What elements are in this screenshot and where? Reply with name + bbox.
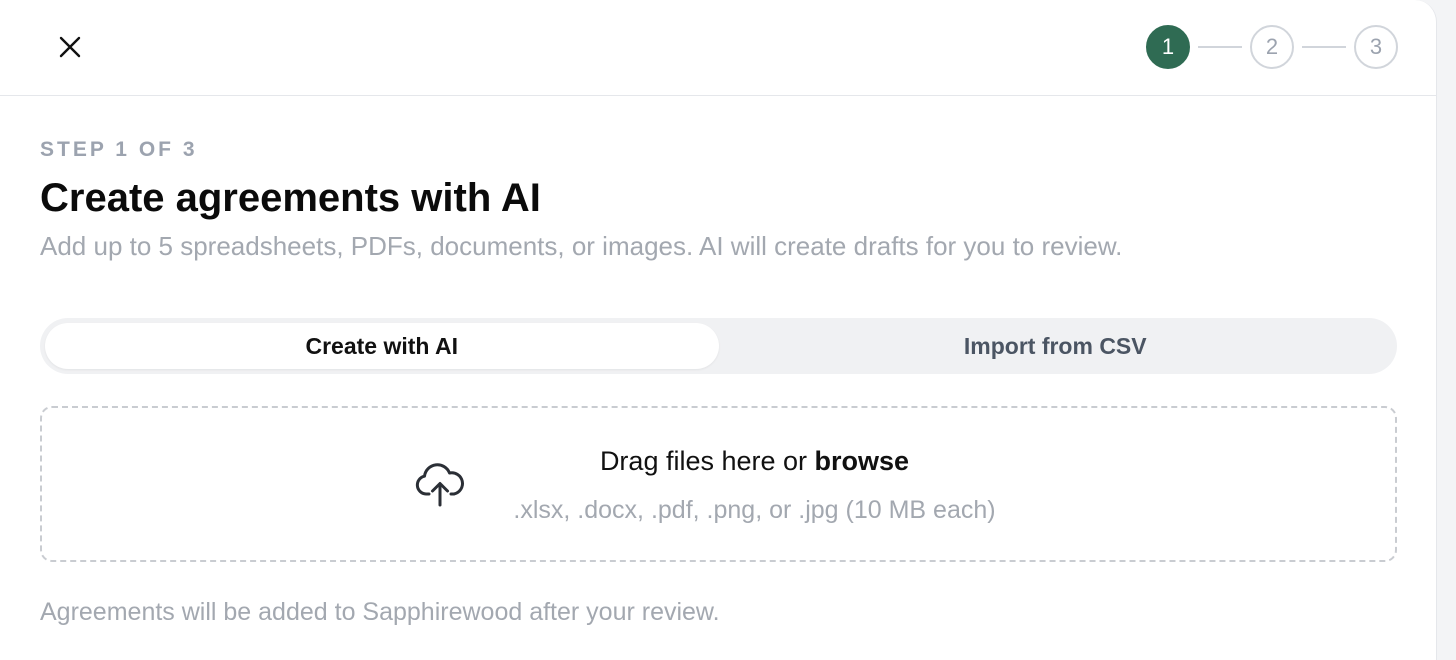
browse-link[interactable]: browse [815,446,910,476]
step-connector [1198,46,1242,48]
modal-content: STEP 1 OF 3 Create agreements with AI Ad… [40,138,1397,626]
tab-import-from-csv[interactable]: Import from CSV [719,323,1393,369]
close-button[interactable] [50,27,90,67]
dropzone-prompt: Drag files here or browse [42,446,1395,477]
step-3: 3 [1354,25,1398,69]
file-dropzone[interactable]: Drag files here or browse .xlsx, .docx, … [40,406,1397,562]
mode-tabs: Create with AI Import from CSV [40,318,1397,374]
page-title: Create agreements with AI [40,176,541,220]
step-connector [1302,46,1346,48]
page-subtitle: Add up to 5 spreadsheets, PDFs, document… [40,231,1123,261]
stepper: 1 2 3 [1146,25,1398,69]
step-1: 1 [1146,25,1190,69]
dropzone-hint: .xlsx, .docx, .pdf, .png, or .jpg (10 MB… [513,496,996,524]
footnote: Agreements will be added to Sapphirewood… [40,598,720,626]
close-icon [59,36,81,58]
step-2: 2 [1250,25,1294,69]
modal-header: 1 2 3 [0,0,1436,96]
step-eyebrow: STEP 1 OF 3 [40,138,198,161]
modal-panel: 1 2 3 STEP 1 OF 3 Create agreements with… [0,0,1437,660]
dropzone-prompt-text: Drag files here or [599,446,815,476]
tab-create-with-ai[interactable]: Create with AI [45,323,719,369]
